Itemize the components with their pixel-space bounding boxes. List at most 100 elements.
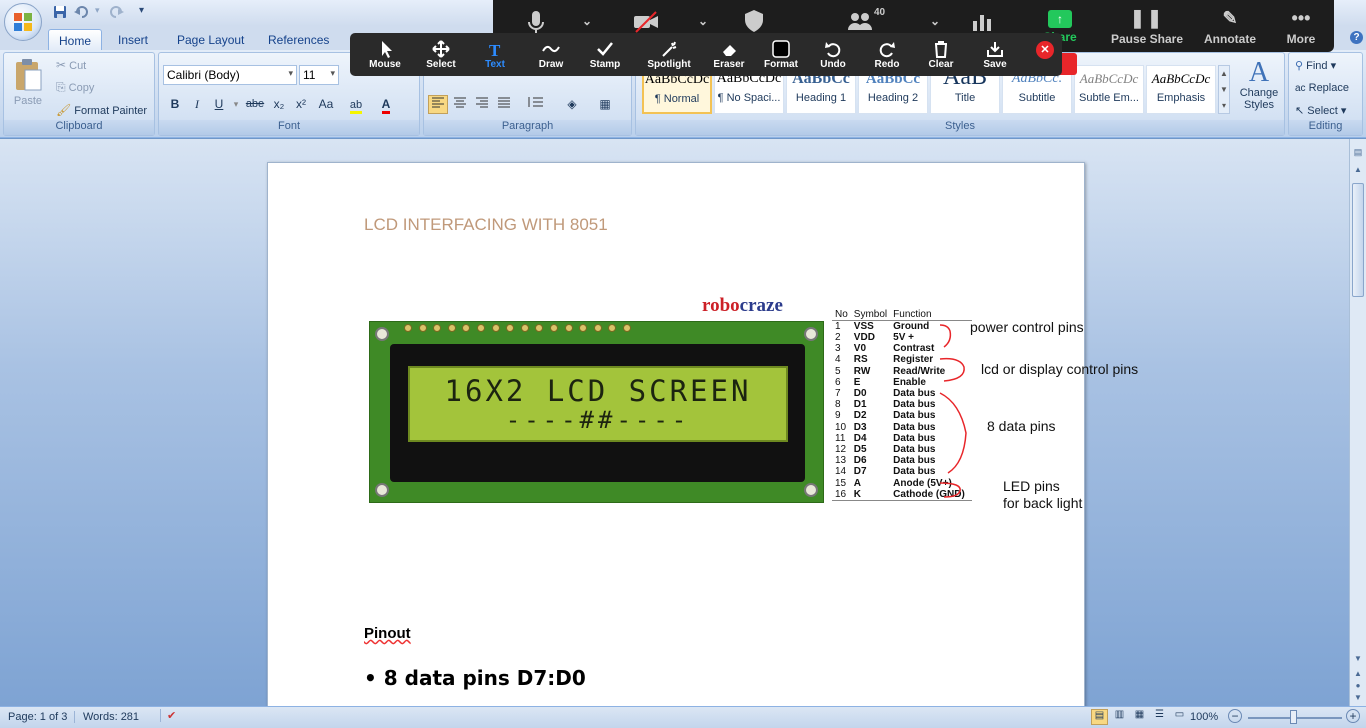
copy-button[interactable]: ⎘ Copy xyxy=(56,80,94,95)
undo-dropdown-icon[interactable]: ▾ xyxy=(95,5,100,21)
annotate-tool-select[interactable]: Select xyxy=(424,33,458,76)
browse-object-icon[interactable]: ● xyxy=(1351,681,1365,693)
scroll-up-icon[interactable]: ▲ xyxy=(1351,165,1365,179)
full-screen-reading-icon[interactable]: ▥ xyxy=(1111,709,1128,725)
next-page-icon[interactable]: ▼ xyxy=(1351,693,1365,705)
font-color-button[interactable]: A xyxy=(373,95,399,114)
highlight-button[interactable]: ab xyxy=(341,95,371,114)
chevron-down-icon[interactable]: ⌄ xyxy=(927,14,943,34)
outline-icon[interactable]: ☰ xyxy=(1151,709,1168,725)
close-annotation-icon[interactable]: ✕ xyxy=(1036,41,1054,59)
annotation-led-pins: LED pins xyxy=(1003,478,1060,494)
subscript-button[interactable]: x₂ xyxy=(269,95,289,114)
tool-label: Eraser xyxy=(713,59,745,70)
save-icon[interactable] xyxy=(53,5,67,21)
styles-scroll[interactable]: ▲ ▼ ▾ xyxy=(1218,65,1230,114)
chevron-down-icon[interactable]: ⌄ xyxy=(579,14,595,34)
more-button[interactable]: ••• More xyxy=(1275,0,1327,52)
strikethrough-button[interactable]: abe xyxy=(243,95,267,114)
select-label: Select xyxy=(1307,105,1338,117)
annotate-tool-draw[interactable]: Draw xyxy=(534,33,568,76)
scroll-thumb[interactable] xyxy=(1352,183,1364,297)
customize-qat-icon[interactable]: ▾ xyxy=(139,5,144,21)
document-page[interactable]: LCD INTERFACING WITH 8051 VSSVDDV0RSRWED… xyxy=(267,162,1138,712)
paste-button[interactable]: Paste xyxy=(10,56,46,116)
annotate-tool-stamp[interactable]: Stamp xyxy=(588,33,622,76)
style-name: Subtle Em... xyxy=(1079,92,1139,104)
annotate-tool-format[interactable]: Format xyxy=(764,33,798,76)
help-icon[interactable]: ? xyxy=(1350,31,1363,44)
annotate-tool-undo[interactable]: Undo xyxy=(816,33,850,76)
underline-button[interactable]: U xyxy=(209,95,229,114)
chevron-down-icon[interactable]: ⌄ xyxy=(695,14,711,34)
lcd-display: 16X2 LCD SCREEN ----##---- xyxy=(408,366,788,442)
font-size-select[interactable]: 11 ▾ xyxy=(299,65,339,85)
font-family-select[interactable]: Calibri (Body) ▾ xyxy=(163,65,297,85)
ruler-toggle-icon[interactable]: ▤ xyxy=(1351,147,1365,161)
italic-button[interactable]: I xyxy=(187,95,207,114)
tab-label: Page Layout xyxy=(177,33,245,47)
change-styles-button[interactable]: A Change Styles xyxy=(1236,59,1282,112)
annotate-tool-eraser[interactable]: Eraser xyxy=(712,33,746,76)
zoom-slider-thumb[interactable] xyxy=(1290,710,1297,724)
undo-icon[interactable] xyxy=(74,5,92,21)
annotate-tool-spotlight[interactable]: Spotlight xyxy=(646,33,692,76)
align-left-icon xyxy=(432,97,444,108)
annotate-tool-redo[interactable]: Redo xyxy=(870,33,904,76)
cut-button[interactable]: ✂ Cut xyxy=(56,58,86,72)
justify-button[interactable] xyxy=(494,95,514,114)
align-right-button[interactable] xyxy=(472,95,492,114)
table-cell: D6 xyxy=(853,455,867,467)
align-left-button[interactable] xyxy=(428,95,448,114)
annotate-tool-mouse[interactable]: Mouse xyxy=(368,33,402,76)
copy-label: Copy xyxy=(68,82,95,94)
scroll-down-icon[interactable]: ▼ xyxy=(1351,654,1365,666)
style-subtle-emphasis[interactable]: AaBbCcDc Subtle Em... xyxy=(1074,65,1144,114)
shading-button[interactable]: ◈ xyxy=(556,95,588,114)
table-cell: 9 xyxy=(835,410,841,422)
cursor-icon: ↖ xyxy=(1295,105,1305,117)
tab-references[interactable]: References xyxy=(258,29,339,50)
page-count[interactable]: Page: 1 of 3 xyxy=(8,711,67,723)
draft-icon[interactable]: ▭ xyxy=(1171,709,1188,725)
table-cell: V0 xyxy=(853,343,867,355)
find-button[interactable]: ⚲ Find ▾ xyxy=(1295,59,1336,72)
select-button[interactable]: ↖ Select ▾ xyxy=(1295,104,1346,117)
annotate-tool-clear[interactable]: Clear xyxy=(924,33,958,76)
document-area[interactable]: LCD INTERFACING WITH 8051 VSSVDDV0RSRWED… xyxy=(0,139,1349,712)
zoom-out-icon[interactable]: − xyxy=(1228,709,1242,723)
zoom-in-icon[interactable]: + xyxy=(1346,709,1360,723)
zoom-level[interactable]: 100% xyxy=(1190,711,1218,723)
tab-insert[interactable]: Insert xyxy=(108,29,158,50)
proofing-icon[interactable]: ✔ xyxy=(160,709,176,722)
pause-share-button[interactable]: ❚❚ Pause Share xyxy=(1109,0,1185,52)
annotate-tool-save[interactable]: Save xyxy=(978,33,1012,76)
table-header: Symbol xyxy=(850,309,891,321)
borders-button[interactable]: ▦ xyxy=(590,95,620,114)
copy-icon: ⎘ xyxy=(56,80,66,94)
table-cell: VSS xyxy=(853,321,874,332)
annotate-tool-text[interactable]: T Text xyxy=(478,33,512,76)
pin-hole xyxy=(447,324,456,332)
web-layout-icon[interactable]: ▦ xyxy=(1131,709,1148,725)
tool-label: Text xyxy=(485,59,505,70)
previous-page-icon[interactable]: ▲ xyxy=(1351,669,1365,681)
tab-home[interactable]: Home xyxy=(48,29,103,50)
align-center-button[interactable] xyxy=(450,95,470,114)
tab-page-layout[interactable]: Page Layout xyxy=(167,29,254,50)
vertical-scrollbar[interactable]: ▤ ▲ ▼ ▲ ● ▼ xyxy=(1349,139,1366,706)
office-button[interactable] xyxy=(4,3,42,41)
replace-button[interactable]: ac Replace xyxy=(1295,82,1349,94)
chevron-down-icon[interactable]: ▾ xyxy=(231,95,241,114)
style-emphasis[interactable]: AaBbCcDc Emphasis xyxy=(1146,65,1216,114)
change-case-button[interactable]: Aa xyxy=(313,95,339,114)
line-spacing-button[interactable] xyxy=(520,95,550,114)
word-count[interactable]: Words: 281 xyxy=(74,711,139,723)
annotate-button[interactable]: ✎ Annotate xyxy=(1199,0,1261,52)
format-painter-button[interactable]: 🖌 Format Painter xyxy=(56,103,147,117)
superscript-button[interactable]: x² xyxy=(291,95,311,114)
redo-icon[interactable] xyxy=(108,5,126,21)
bold-button[interactable]: B xyxy=(165,95,185,114)
print-layout-icon[interactable]: ▤ xyxy=(1091,709,1108,725)
table-cell: 13 xyxy=(835,455,847,467)
